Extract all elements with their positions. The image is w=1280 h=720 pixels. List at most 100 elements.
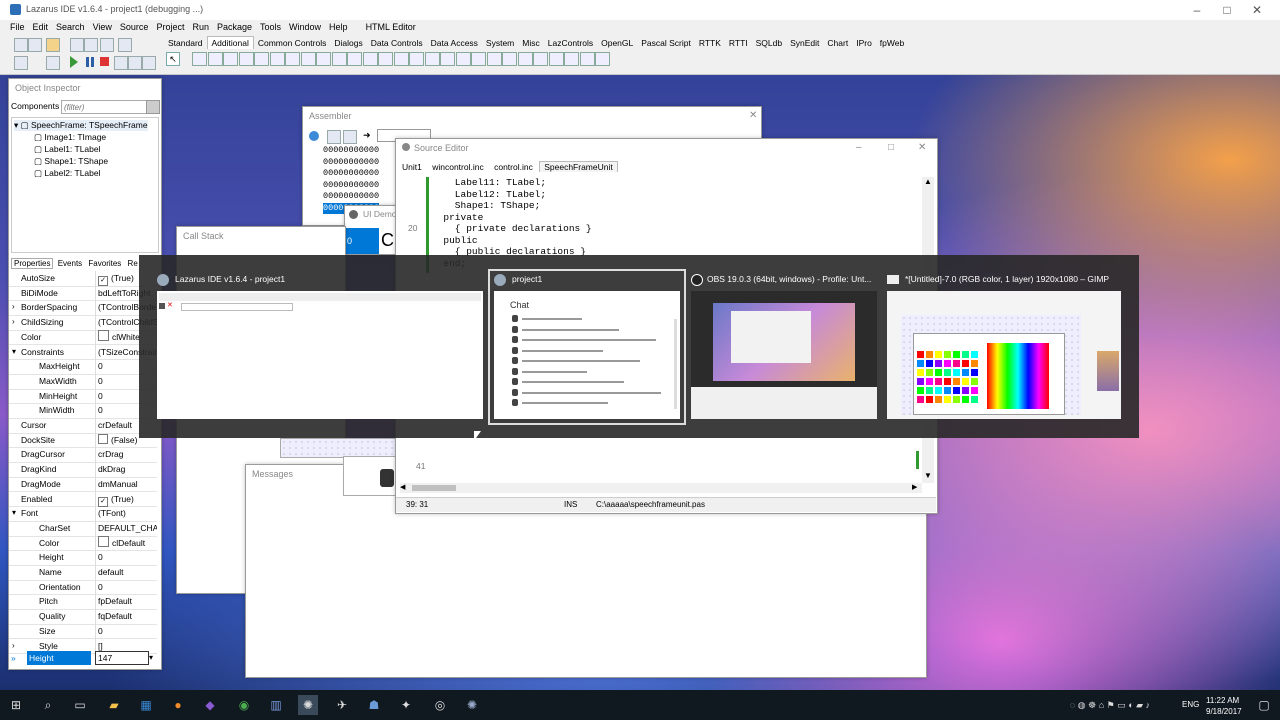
- property-value[interactable]: crDrag: [95, 447, 157, 463]
- property-value[interactable]: fpDefault: [95, 594, 157, 610]
- task-view-icon[interactable]: ▭: [70, 695, 90, 715]
- property-value[interactable]: fqDefault: [95, 609, 157, 624]
- calendar-app-icon[interactable]: ▦: [136, 695, 156, 715]
- app-icon-bird[interactable]: ✈: [332, 695, 352, 715]
- palette-tab-rtti[interactable]: RTTI: [725, 37, 752, 49]
- palette-tab-data-access[interactable]: Data Access: [427, 37, 482, 49]
- build-icon[interactable]: [46, 56, 60, 70]
- source-close-button[interactable]: ✕: [918, 142, 926, 153]
- hex-row[interactable]: 00000000000: [323, 145, 379, 157]
- expander-icon[interactable]: ▾: [12, 506, 16, 521]
- menu-source[interactable]: Source: [116, 20, 153, 34]
- tree-item-speechframe[interactable]: ▾ ▢ SpeechFrame: TSpeechFrame: [14, 120, 148, 131]
- menu-file[interactable]: File: [6, 20, 29, 34]
- palette-component-icon[interactable]: [300, 52, 316, 66]
- switcher-item-lazarus-ide[interactable]: Lazarus IDE v1.6.4 - project1 ✕: [157, 271, 485, 421]
- switcher-item-obs[interactable]: OBS 19.0.3 (64bit, windows) - Profile: U…: [691, 271, 877, 421]
- hex-row[interactable]: 00000000000: [323, 168, 379, 180]
- menu-window[interactable]: Window: [285, 20, 325, 34]
- palette-component-icon[interactable]: [362, 52, 378, 66]
- property-value[interactable]: 0: [95, 623, 157, 639]
- visual-studio-icon[interactable]: ◆: [200, 695, 220, 715]
- palette-component-icon[interactable]: [486, 52, 502, 66]
- property-row[interactable]: Quality fqDefault: [9, 609, 157, 625]
- palette-component-icon[interactable]: [548, 52, 564, 66]
- menu-search[interactable]: Search: [52, 20, 89, 34]
- palette-tab-ipro[interactable]: IPro: [852, 37, 876, 49]
- toggle-form-icon[interactable]: [100, 38, 114, 52]
- run-icon[interactable]: [70, 56, 78, 68]
- menu-project[interactable]: Project: [152, 20, 188, 34]
- palette-component-icon[interactable]: [207, 52, 223, 66]
- switcher-item-project1[interactable]: project1 Chat: [488, 269, 686, 425]
- palette-component-icon[interactable]: [424, 52, 440, 66]
- palette-tab-additional[interactable]: Additional: [206, 36, 254, 49]
- property-value[interactable]: DEFAULT_CHARS: [95, 520, 157, 536]
- property-row[interactable]: › BorderSpacing (TControlBorde: [9, 300, 157, 317]
- property-row[interactable]: Height 0: [9, 550, 157, 566]
- menu-edit[interactable]: Edit: [29, 20, 53, 34]
- expander-icon[interactable]: ›: [12, 300, 15, 315]
- code-line[interactable]: { private declarations }: [432, 223, 592, 235]
- scroll-left-arrow[interactable]: ◀: [400, 483, 405, 491]
- close-button[interactable]: ✕: [1242, 0, 1272, 20]
- palette-component-icon[interactable]: [316, 52, 331, 66]
- property-row[interactable]: › ChildSizing (TControlChildS: [9, 315, 157, 331]
- assembler-close-button[interactable]: ✕: [749, 110, 757, 121]
- project1-taskbar-icon[interactable]: ✺: [462, 695, 482, 715]
- property-value-height-input[interactable]: 147: [95, 651, 149, 665]
- tab-control-inc[interactable]: control.inc: [490, 162, 537, 172]
- property-value[interactable]: (TFont): [95, 506, 157, 521]
- property-row[interactable]: Enabled ✓ (True): [9, 491, 157, 508]
- property-row[interactable]: DragMode dmManual: [9, 476, 157, 493]
- code-line[interactable]: private: [432, 212, 483, 224]
- palette-tab-opengl[interactable]: OpenGL: [597, 37, 637, 49]
- ui-demo-value-box[interactable]: 0: [345, 228, 379, 254]
- tab-properties[interactable]: Properties: [11, 258, 54, 269]
- search-icon[interactable]: ⌕: [38, 695, 58, 715]
- clock-date[interactable]: 9/18/2017: [1206, 707, 1242, 716]
- menu-package[interactable]: Package: [213, 20, 256, 34]
- tab-wincontrol-inc[interactable]: wincontrol.inc: [428, 162, 488, 172]
- property-row[interactable]: MaxHeight 0: [9, 359, 157, 375]
- selection-arrow-icon[interactable]: ↖: [166, 52, 180, 66]
- property-row-height-edit[interactable]: » Height 147 ▾: [9, 651, 157, 665]
- goto-icon[interactable]: ➜: [363, 130, 371, 141]
- property-row[interactable]: Orientation 0: [9, 579, 157, 596]
- tray-icons[interactable]: ◌ ◍ ☸ ⌂ ⚑ ▭ ◐ ▰ ♪: [1050, 695, 1170, 715]
- palette-component-icon[interactable]: [502, 52, 517, 66]
- source-minimize-button[interactable]: –: [856, 142, 862, 153]
- palette-component-icon[interactable]: [517, 52, 533, 66]
- obs-taskbar-icon[interactable]: ◎: [430, 695, 450, 715]
- scroll-thumb[interactable]: [412, 485, 456, 491]
- property-row[interactable]: ▾ Font (TFont): [9, 506, 157, 522]
- tree-item-label1[interactable]: ▢ Label1: TLabel: [34, 144, 101, 155]
- property-row[interactable]: DragCursor crDrag: [9, 447, 157, 464]
- palette-tab-data-controls[interactable]: Data Controls: [367, 37, 427, 49]
- firefox-icon[interactable]: ●: [168, 695, 188, 715]
- palette-component-icon[interactable]: [285, 52, 300, 66]
- chrome-icon[interactable]: ◉: [234, 695, 254, 715]
- palette-component-icon[interactable]: [378, 52, 393, 66]
- scroll-up-arrow[interactable]: ▲: [924, 177, 932, 186]
- filter-clear-icon[interactable]: [146, 100, 160, 114]
- file-explorer-icon[interactable]: ▰: [104, 695, 124, 715]
- code-line[interactable]: Label11: TLabel;: [432, 177, 546, 189]
- view-forms-icon[interactable]: [14, 56, 28, 70]
- menu-html-editor[interactable]: HTML Editor: [362, 20, 420, 34]
- maximize-button[interactable]: □: [1212, 0, 1242, 20]
- palette-component-icon[interactable]: [223, 52, 238, 66]
- palette-component-icon[interactable]: [579, 52, 595, 66]
- app-icon-chart[interactable]: ▥: [266, 695, 286, 715]
- palette-component-icon[interactable]: [409, 52, 424, 66]
- language-indicator[interactable]: ENG: [1182, 700, 1199, 709]
- property-row[interactable]: BiDiMode bdLeftToRight: [9, 285, 157, 302]
- property-value[interactable]: default: [95, 565, 157, 580]
- palette-tab-system[interactable]: System: [482, 37, 518, 49]
- dropdown-arrow-icon[interactable]: ▾: [149, 651, 153, 665]
- step-over-icon[interactable]: [128, 56, 142, 70]
- property-row[interactable]: Size 0: [9, 623, 157, 640]
- palette-tab-standard[interactable]: Standard: [164, 37, 207, 49]
- menu-run[interactable]: Run: [188, 20, 213, 34]
- menu-view[interactable]: View: [89, 20, 116, 34]
